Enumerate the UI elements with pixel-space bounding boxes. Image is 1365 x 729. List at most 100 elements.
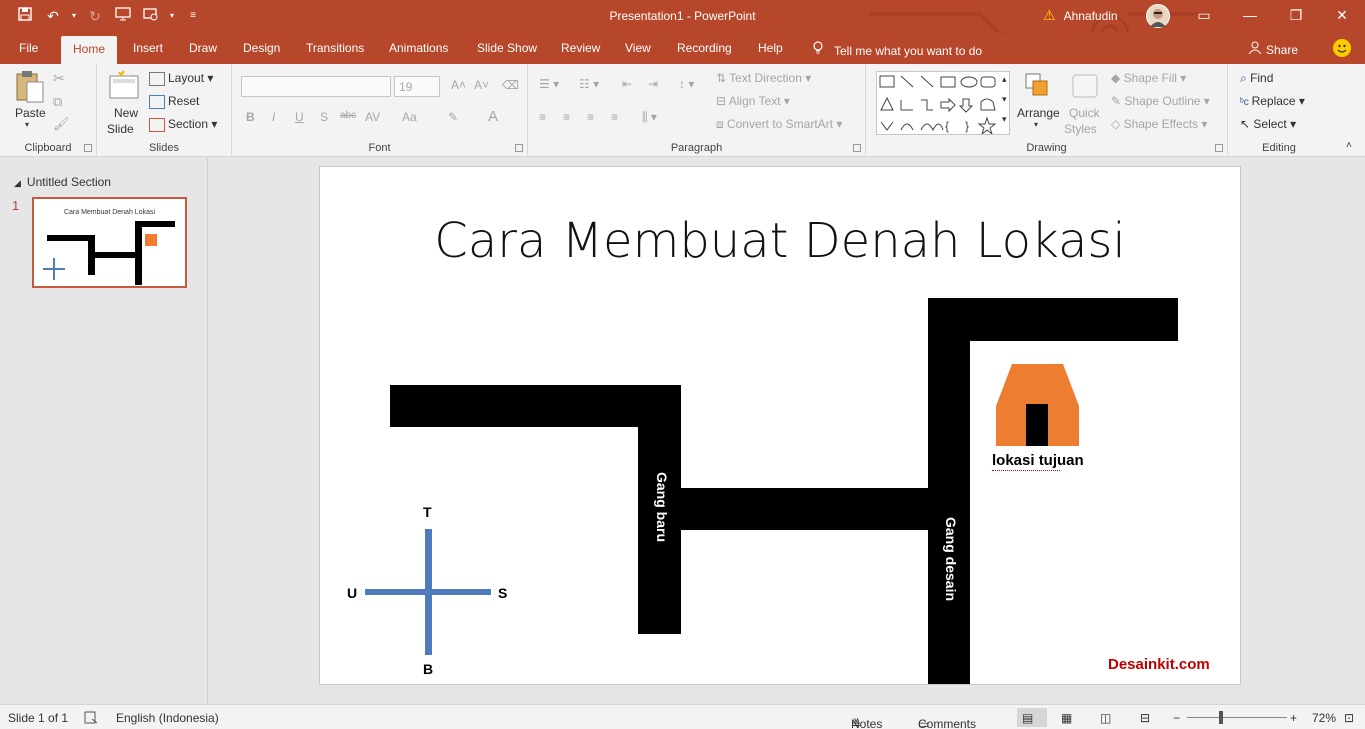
underline-button[interactable]: U [295,110,304,124]
section-header[interactable]: ◢ Untitled Section [14,175,111,189]
tab-animations[interactable]: Animations [389,41,448,55]
line-spacing-icon[interactable]: ↕ ▾ [679,77,694,91]
new-slide-icon[interactable] [109,70,141,102]
tab-slide-show[interactable]: Slide Show [477,41,537,55]
slide-thumbnail[interactable]: Cara Membuat Denah Lokasi [32,197,187,288]
minimize-button[interactable]: — [1227,0,1273,33]
tab-view[interactable]: View [625,41,651,55]
quick-styles-label-1[interactable]: Quick [1069,106,1100,120]
columns-icon[interactable]: ⫼ ▾ [642,110,657,125]
clipboard-launcher-icon[interactable] [84,144,92,152]
align-center-icon[interactable]: ≡ [563,110,570,124]
spelling-status-icon[interactable] [84,711,98,727]
arrange-icon[interactable] [1024,72,1056,104]
road-segment-top-right[interactable] [970,298,1178,341]
tab-help[interactable]: Help [758,41,783,55]
tab-home[interactable]: Home [61,36,118,64]
restore-button[interactable]: ❐ [1273,0,1319,33]
zoom-out-icon[interactable]: − [1173,711,1180,725]
justify-icon[interactable]: ≡ [611,110,618,124]
paragraph-launcher-icon[interactable] [853,144,861,152]
format-painter-icon[interactable]: 🖌 [53,116,70,132]
highlight-icon[interactable]: ✎ [448,110,458,124]
smiley-feedback-icon[interactable] [1333,39,1351,57]
zoom-slider-track[interactable] [1187,717,1287,718]
road-segment-middle[interactable] [681,488,969,530]
reset-button[interactable]: Reset [149,94,199,109]
slide-title[interactable]: Cara Membuat Denah Lokasi [320,213,1240,269]
house-icon[interactable] [996,364,1080,446]
tab-transitions[interactable]: Transitions [306,41,364,55]
find-button[interactable]: ⌕ Find [1240,71,1273,86]
layout-button[interactable]: Layout ▾ [149,71,213,86]
section-button[interactable]: Section ▾ [149,117,217,132]
shape-effects-button[interactable]: ◇ Shape Effects ▾ [1111,117,1207,131]
shape-outline-button[interactable]: ✎ Shape Outline ▾ [1111,94,1210,108]
font-launcher-icon[interactable] [515,144,523,152]
new-slide-label-1[interactable]: New [114,106,138,120]
strikethrough-button[interactable]: abc [340,110,356,121]
numbering-icon[interactable]: ☷ ▾ [579,77,599,91]
tab-review[interactable]: Review [561,41,600,55]
align-text-button[interactable]: ⊟ Align Text ▾ [716,94,790,108]
cut-icon[interactable]: ✂ [53,70,65,87]
copy-icon[interactable]: ⧉ [53,94,62,110]
slideshow-view-icon[interactable]: ⊟ [1140,711,1150,725]
font-color-button[interactable]: A [488,108,498,125]
tab-recording[interactable]: Recording [677,41,732,55]
close-button[interactable]: ✕ [1319,0,1365,33]
collapse-section-icon[interactable]: ◢ [14,178,21,188]
zoom-in-icon[interactable]: + [1290,711,1297,725]
font-size-combo[interactable]: 19 [394,76,440,97]
shapes-gallery[interactable]: {} [876,71,1010,136]
fit-slide-icon[interactable]: ⊡ [1344,711,1354,725]
bold-button[interactable]: B [246,110,255,124]
shadow-button[interactable]: S [320,110,328,124]
new-slide-label-2[interactable]: Slide [107,122,134,136]
user-account[interactable]: ⚠ Ahnafudin [1043,7,1118,24]
select-button[interactable]: ↖ Select ▾ [1240,117,1296,131]
gallery-scroll-down-icon[interactable]: ▾ [1002,94,1007,105]
destination-label[interactable]: lokasi tujuan [992,452,1084,469]
tab-insert[interactable]: Insert [133,41,163,55]
road-gang-desain[interactable] [928,298,970,684]
language-status[interactable]: English (Indonesia) [116,711,219,725]
tab-design[interactable]: Design [243,41,280,55]
char-spacing-button[interactable]: AV [365,110,380,124]
smartart-button[interactable]: ⧈ Convert to SmartArt ▾ [716,117,842,132]
gallery-scroll-up-icon[interactable]: ▴ [1002,74,1007,85]
decrease-indent-icon[interactable]: ⇤ [622,77,632,91]
compass-horizontal-bar[interactable] [365,589,491,595]
align-left-icon[interactable]: ≡ [539,110,546,124]
gallery-more-icon[interactable]: ▾ [1002,114,1007,125]
zoom-level[interactable]: 72% [1312,711,1336,725]
quick-styles-icon[interactable] [1070,72,1102,104]
reading-view-icon[interactable]: ◫ [1100,711,1111,725]
paste-icon[interactable] [14,70,46,103]
quick-styles-label-2[interactable]: Styles [1064,122,1097,136]
replace-button[interactable]: ᵇc Replace ▾ [1240,94,1305,108]
arrange-button[interactable]: Arrange [1017,106,1060,120]
bullets-icon[interactable]: ☰ ▾ [539,77,559,91]
ribbon-display-options-button[interactable]: ▭ [1181,0,1227,33]
decrease-font-icon[interactable]: A˅ [474,78,489,92]
italic-button[interactable]: I [272,110,275,124]
change-case-button[interactable]: Aa [402,110,417,124]
align-right-icon[interactable]: ≡ [587,110,594,124]
tell-me-search[interactable]: Tell me what you want to do [812,41,982,58]
paste-button[interactable]: Paste [15,106,46,120]
increase-font-icon[interactable]: A˄ [451,78,466,92]
collapse-ribbon-icon[interactable]: ˄ [1346,140,1352,151]
avatar[interactable] [1146,4,1170,28]
zoom-slider-thumb[interactable] [1219,711,1223,724]
arrange-dropdown-icon[interactable]: ▾ [1034,120,1038,129]
drawing-launcher-icon[interactable] [1215,144,1223,152]
share-button[interactable]: Share [1248,41,1298,57]
watermark-text[interactable]: Desainkit.com [1108,656,1210,673]
font-name-combo[interactable] [241,76,391,97]
shape-fill-button[interactable]: ◆ Shape Fill ▾ [1111,71,1186,85]
tab-draw[interactable]: Draw [189,41,217,55]
paste-dropdown-icon[interactable]: ▾ [25,120,29,129]
clear-format-icon[interactable]: ⌫ [502,78,519,92]
slide[interactable]: Cara Membuat Denah Lokasi Gang baru Gang… [319,166,1241,685]
